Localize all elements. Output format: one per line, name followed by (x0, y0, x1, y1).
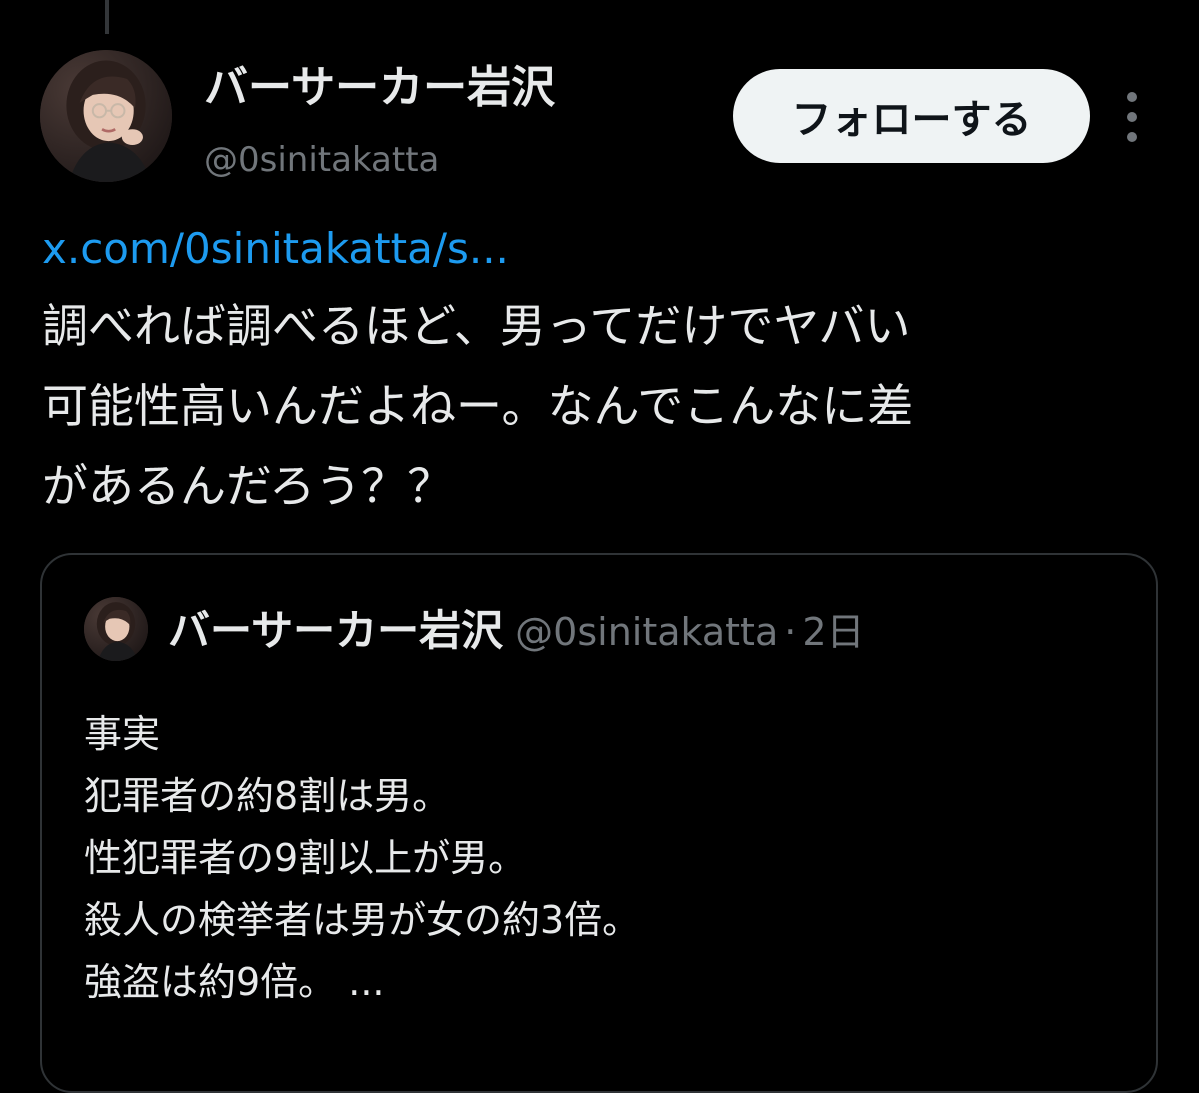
quoted-tweet-header: バーサーカー岩沢 @0sinitakatta · 2日 (168, 603, 865, 668)
quoted-tweet-timestamp[interactable]: 2日 (802, 610, 864, 654)
tweet-text-line: 可能性高いんだよねー。なんでこんなに差 (42, 379, 914, 433)
more-options-icon[interactable] (1114, 92, 1150, 142)
more-dot (1127, 132, 1137, 142)
avatar-photo-icon (40, 50, 172, 182)
tweet-text-line: 調べれば調べるほど、男ってだけでヤバい (42, 299, 911, 353)
quoted-text-line: 事実 (84, 712, 161, 756)
thread-connector-line (105, 0, 109, 34)
quoted-text-line: 殺人の検挙者は男が女の約3倍。 (84, 898, 641, 942)
author-display-name[interactable]: バーサーカー岩沢 (204, 60, 555, 116)
quoted-tweet-card[interactable]: バーサーカー岩沢 @0sinitakatta · 2日 事実 犯罪者の約8割は男。 性… (40, 553, 1158, 1093)
quoted-text-line: 犯罪者の約8割は男。 (84, 774, 451, 818)
separator-dot: · (784, 610, 797, 654)
author-handle[interactable]: @0sinitakatta (204, 138, 439, 182)
follow-button[interactable]: フォローする (733, 69, 1090, 163)
quoted-author-handle[interactable]: @0sinitakatta (515, 610, 778, 654)
quoted-text-line: 性犯罪者の9割以上が男。 (84, 836, 527, 880)
quoted-text-line: 強盗は約9倍。 ... (84, 960, 385, 1004)
quoted-author-avatar[interactable] (84, 597, 148, 661)
tweet-text-line: があるんだろう？？ (42, 459, 454, 513)
more-dot (1127, 112, 1137, 122)
author-avatar[interactable] (40, 50, 172, 182)
avatar-photo-icon (84, 597, 148, 661)
more-dot (1127, 92, 1137, 102)
tweet-link[interactable]: x.com/0sinitakatta/s... (42, 218, 509, 280)
tweet-text: 調べれば調べるほど、男ってだけでヤバい 可能性高いんだよねー。なんでこんなに差 … (42, 286, 1162, 526)
quoted-author-name[interactable]: バーサーカー岩沢 (168, 606, 503, 655)
quoted-tweet-text: 事実 犯罪者の約8割は男。 性犯罪者の9割以上が男。 殺人の検挙者は男が女の約3… (84, 703, 640, 1013)
